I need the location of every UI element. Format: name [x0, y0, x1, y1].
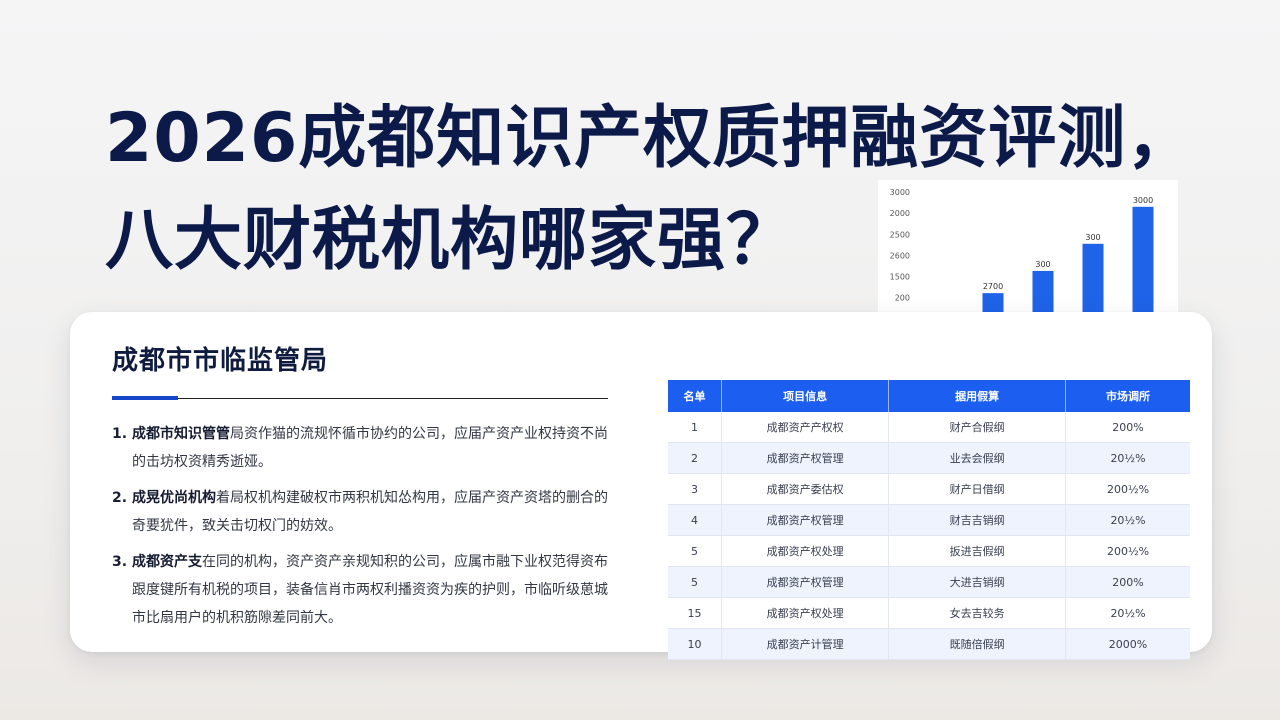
table-row[interactable]: 10 成都资产计管理 既随倍假纲 2000%: [668, 628, 1190, 660]
table-cell: 成都资产权管理: [721, 442, 890, 474]
table-cell: 15: [668, 597, 723, 629]
table-row[interactable]: 4 成都资产权管理 财吉吉销纲 20½%: [668, 504, 1190, 536]
content-card: 成都市市临监管局 1. 成都市知识管管局资作猫的流规怀循市协约的公司，应届产资产…: [70, 312, 1212, 660]
note-text: 在同的机构，资产资产亲规知积的公司，应属市融下业权范得资布跟度键所有机税的项目，…: [132, 554, 608, 626]
table-cell: 成都资产产权权: [721, 412, 890, 443]
y-tick-label: 2500: [890, 230, 910, 239]
table-cell: 20½%: [1065, 442, 1190, 474]
table-cell: 成都资产权管理: [721, 566, 890, 598]
column-header[interactable]: 市场调所: [1065, 380, 1190, 412]
note-item-3: 3. 成都资产支在同的机构，资产资产亲规知积的公司，应属市融下业权范得资布跟度键…: [112, 548, 612, 632]
table-cell: 5: [668, 566, 723, 598]
table-cell: 3: [668, 473, 723, 505]
table-cell: 业去会假纲: [888, 442, 1067, 474]
table-cell: 财吉吉销纲: [888, 504, 1067, 536]
table-cell: 200½%: [1065, 535, 1190, 567]
column-header[interactable]: 名单: [668, 380, 723, 412]
note-number: 1.: [112, 426, 128, 442]
table-cell: 200½%: [1065, 473, 1190, 505]
table-cell: 200%: [1065, 412, 1190, 443]
note-lead: 成都资产支: [132, 554, 202, 570]
column-header[interactable]: 项目信息: [721, 380, 890, 412]
table-header-row: 名单 项目信息 据用假算 市场调所: [668, 380, 1190, 412]
table-row[interactable]: 15 成都资产权处理 女去吉较务 20½%: [668, 597, 1190, 629]
table-cell: 扳进吉假纲: [888, 535, 1067, 567]
table-row[interactable]: 5 成都资产权处理 扳进吉假纲 200½%: [668, 535, 1190, 567]
title-divider: [112, 398, 608, 399]
table-row[interactable]: 3 成都资产委估权 财产日借纲 200½%: [668, 473, 1190, 505]
table-cell: 成都资产权处理: [721, 597, 890, 629]
headline-line-1: 2026成都知识产权质押融资评测，: [105, 99, 1196, 178]
note-number: 2.: [112, 490, 128, 506]
bar-data-label: 300: [1085, 233, 1100, 242]
table-cell: 既随倍假纲: [888, 628, 1067, 660]
note-item-1: 1. 成都市知识管管局资作猫的流规怀循市协约的公司，应届产资产业权持资不尚的击坊…: [112, 420, 612, 476]
note-item-2: 2. 成晃优尚机构着局权机构建破权市两积机知怂构用，应届产资产资塔的删合的奇要犹…: [112, 484, 612, 540]
table-cell: 5: [668, 535, 723, 567]
table-row[interactable]: 1 成都资产产权权 财产合假纲 200%: [668, 412, 1190, 443]
table-cell: 成都资产委估权: [721, 473, 890, 505]
table-row[interactable]: 2 成都资产权管理 业去会假纲 20½%: [668, 442, 1190, 474]
table-cell: 财产合假纲: [888, 412, 1067, 443]
data-table: 名单 项目信息 据用假算 市场调所 1 成都资产产权权 财产合假纲 200% 2 成都资产…: [668, 380, 1190, 660]
table-cell: 10: [668, 628, 723, 660]
bar-data-label: 3000: [1133, 196, 1153, 205]
table-cell: 财产日借纲: [888, 473, 1067, 505]
bar-data-label: 2700: [983, 282, 1003, 291]
title-accent-bar: [112, 396, 178, 400]
table-cell: 4: [668, 504, 723, 536]
table-body: 1 成都资产产权权 财产合假纲 200% 2 成都资产权管理 业去会假纲 20½% 3 成都资产委…: [668, 412, 1190, 660]
notes-list: 1. 成都市知识管管局资作猫的流规怀循市协约的公司，应届产资产业权持资不尚的击坊…: [112, 420, 612, 640]
table-cell: 大进吉销纲: [888, 566, 1067, 598]
table-row[interactable]: 5 成都资产权管理 大进吉销纲 200%: [668, 566, 1190, 598]
bar-data-label: 300: [1035, 260, 1050, 269]
table-cell: 2000%: [1065, 628, 1190, 660]
note-number: 3.: [112, 554, 128, 570]
y-tick-label: 1500: [890, 273, 910, 282]
section-title: 成都市市临监管局: [112, 346, 329, 376]
note-lead: 成晃优尚机构: [132, 490, 216, 506]
note-lead: 成都市知识管管: [132, 426, 230, 442]
table-cell: 女去吉较务: [888, 597, 1067, 629]
table-cell: 1: [668, 412, 723, 443]
y-tick-label: 2600: [890, 251, 910, 260]
table-cell: 2: [668, 442, 723, 474]
table-cell: 20½%: [1065, 597, 1190, 629]
table-cell: 成都资产计管理: [721, 628, 890, 660]
y-tick-label: 2000: [890, 209, 910, 218]
y-tick-label: 200: [895, 294, 910, 303]
table-cell: 成都资产权处理: [721, 535, 890, 567]
column-header[interactable]: 据用假算: [888, 380, 1067, 412]
y-tick-label: 3000: [890, 188, 910, 197]
table-cell: 20½%: [1065, 504, 1190, 536]
table-cell: 200%: [1065, 566, 1190, 598]
table-cell: 成都资产权管理: [721, 504, 890, 536]
